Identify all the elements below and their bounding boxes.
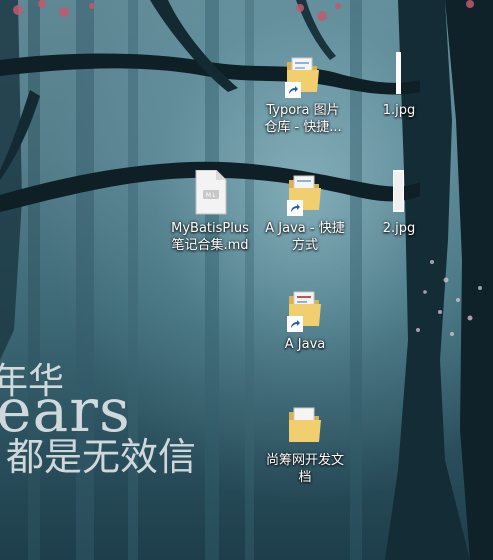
- desktop[interactable]: 年华 ears 都是无效信 Typora 图片 仓库 - 快捷... 1.jpg…: [0, 0, 493, 560]
- icon-label-line1: 尚筹网开发文: [265, 453, 344, 468]
- folder-icon: [283, 170, 327, 216]
- icon-label-line1: A Java - 快捷: [265, 221, 345, 236]
- markdown-file-icon: M↓: [188, 169, 232, 216]
- icon-label-line1: 1.jpg: [382, 103, 416, 118]
- folder-icon: [283, 286, 327, 332]
- desktop-icon-1-jpg[interactable]: 1.jpg: [351, 52, 447, 119]
- svg-text:M↓: M↓: [206, 192, 216, 199]
- image-file-icon: [377, 52, 421, 98]
- shortcut-arrow-icon: [285, 82, 301, 98]
- desktop-icon-ajava-shortcut[interactable]: A Java - 快捷 方式: [257, 170, 353, 254]
- icon-label-line2: 档: [298, 470, 312, 485]
- icon-label-line1: Typora 图片: [266, 103, 340, 118]
- icon-label-line2: 仓库 - 快捷...: [264, 120, 342, 135]
- icon-label-line1: MyBatisPlus: [171, 221, 249, 236]
- icon-label-line1: 2.jpg: [382, 221, 416, 236]
- image-file-icon: [377, 170, 421, 216]
- folder-icon: [283, 402, 327, 448]
- wallpaper-lettering-3: 都是无效信: [6, 435, 197, 479]
- desktop-icon-mybatisplus-md[interactable]: M↓ MyBatisPlus 笔记合集.md: [162, 169, 258, 254]
- desktop-icon-ajava[interactable]: A Java: [257, 286, 353, 353]
- icon-label-line2: 笔记合集.md: [171, 238, 249, 253]
- desktop-icon-shangchou-docs[interactable]: 尚筹网开发文 档: [257, 402, 353, 486]
- icon-label-line2: 方式: [291, 238, 318, 253]
- icon-label-line1: A Java: [284, 337, 326, 352]
- desktop-icon-2-jpg[interactable]: 2.jpg: [351, 170, 447, 237]
- shortcut-arrow-icon: [287, 316, 303, 332]
- folder-icon: [281, 52, 325, 98]
- shortcut-arrow-icon: [287, 200, 303, 216]
- desktop-icon-typora-shortcut[interactable]: Typora 图片 仓库 - 快捷...: [255, 52, 351, 136]
